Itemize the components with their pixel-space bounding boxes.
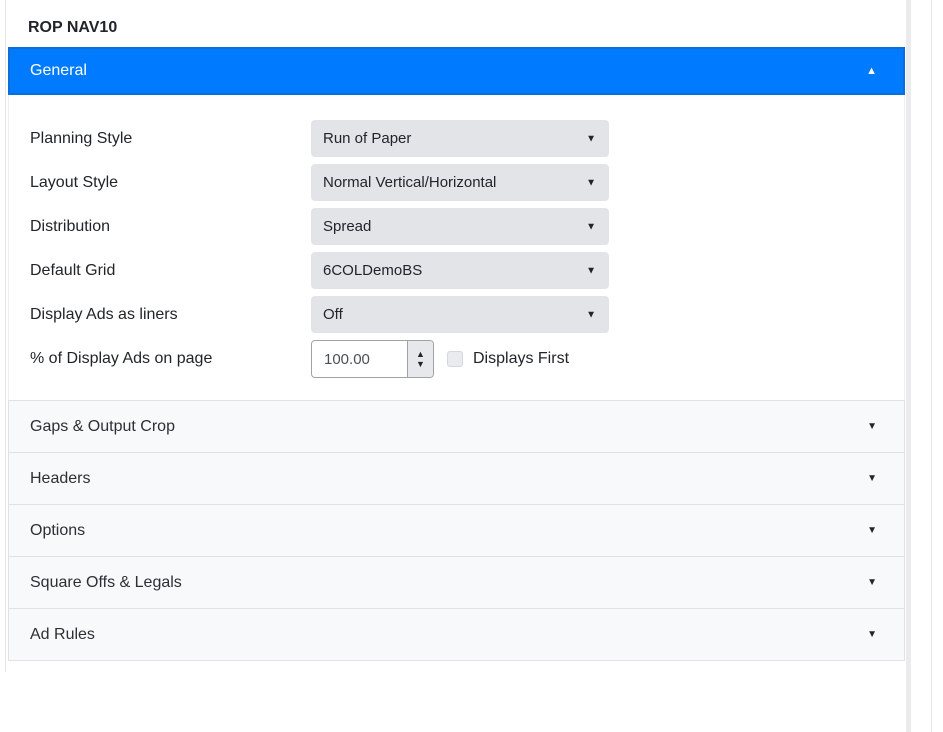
form-row-display-ads-liners: Display Ads as liners Off ▼ <box>30 296 904 333</box>
default-grid-dropdown[interactable]: 6COLDemoBS ▼ <box>311 252 609 289</box>
displays-first-checkbox[interactable] <box>447 351 463 367</box>
display-ads-liners-label: Display Ads as liners <box>30 306 311 324</box>
accordion-header-general-label: General <box>30 62 866 80</box>
expand-arrow-icon: ▼ <box>867 525 877 536</box>
distribution-dropdown[interactable]: Spread ▼ <box>311 208 609 245</box>
accordion-header-gaps-output-crop[interactable]: Gaps & Output Crop ▼ <box>8 400 905 453</box>
expand-arrow-icon: ▼ <box>867 629 877 640</box>
distribution-value: Spread <box>323 218 579 235</box>
default-grid-value: 6COLDemoBS <box>323 262 579 279</box>
display-ads-liners-dropdown[interactable]: Off ▼ <box>311 296 609 333</box>
settings-panel: ROP NAV10 General ▲ Planning Style Run o… <box>8 0 905 661</box>
spinner-up-icon[interactable]: ▲ <box>416 349 425 359</box>
form-row-default-grid: Default Grid 6COLDemoBS ▼ <box>30 252 904 289</box>
form-row-distribution: Distribution Spread ▼ <box>30 208 904 245</box>
spinner-down-icon[interactable]: ▼ <box>416 359 425 369</box>
chevron-down-icon: ▼ <box>586 177 596 188</box>
chevron-down-icon: ▼ <box>586 309 596 320</box>
ad-rules-label: Ad Rules <box>30 626 867 644</box>
layout-style-label: Layout Style <box>30 174 311 192</box>
percent-display-ads-input[interactable] <box>312 341 407 377</box>
planning-style-dropdown[interactable]: Run of Paper ▼ <box>311 120 609 157</box>
number-spinner: ▲ ▼ <box>407 341 433 377</box>
expand-arrow-icon: ▼ <box>867 577 877 588</box>
form-row-planning-style: Planning Style Run of Paper ▼ <box>30 120 904 157</box>
form-row-layout-style: Layout Style Normal Vertical/Horizontal … <box>30 164 904 201</box>
chevron-down-icon: ▼ <box>586 133 596 144</box>
panel-right-border <box>931 0 932 732</box>
expand-arrow-icon: ▼ <box>867 421 877 432</box>
form-row-percent-display-ads: % of Display Ads on page ▲ ▼ Displays Fi… <box>30 340 904 378</box>
accordion-header-square-offs-legals[interactable]: Square Offs & Legals ▼ <box>8 556 905 609</box>
accordion-header-headers[interactable]: Headers ▼ <box>8 452 905 505</box>
displays-first-label: Displays First <box>473 350 569 368</box>
display-ads-liners-value: Off <box>323 306 579 323</box>
distribution-label: Distribution <box>30 218 311 236</box>
collapse-arrow-icon[interactable]: ▲ <box>866 65 877 77</box>
planning-style-value: Run of Paper <box>323 130 579 147</box>
planning-style-label: Planning Style <box>30 130 311 148</box>
square-offs-legals-label: Square Offs & Legals <box>30 574 867 592</box>
default-grid-label: Default Grid <box>30 262 311 280</box>
panel-left-border <box>5 0 6 672</box>
percent-display-ads-label: % of Display Ads on page <box>30 350 311 368</box>
scrollbar-track[interactable] <box>906 0 911 732</box>
percent-display-ads-input-group: ▲ ▼ <box>311 340 434 378</box>
accordion-header-general[interactable]: General ▲ <box>8 47 905 95</box>
gaps-output-crop-label: Gaps & Output Crop <box>30 418 867 436</box>
options-label: Options <box>30 522 867 540</box>
accordion-body-general: Planning Style Run of Paper ▼ Layout Sty… <box>8 95 905 401</box>
layout-style-dropdown[interactable]: Normal Vertical/Horizontal ▼ <box>311 164 609 201</box>
headers-label: Headers <box>30 470 867 488</box>
chevron-down-icon: ▼ <box>586 265 596 276</box>
layout-style-value: Normal Vertical/Horizontal <box>323 174 579 191</box>
accordion-header-options[interactable]: Options ▼ <box>8 504 905 557</box>
chevron-down-icon: ▼ <box>586 221 596 232</box>
page-title: ROP NAV10 <box>28 18 905 38</box>
expand-arrow-icon: ▼ <box>867 473 877 484</box>
accordion-header-ad-rules[interactable]: Ad Rules ▼ <box>8 608 905 661</box>
